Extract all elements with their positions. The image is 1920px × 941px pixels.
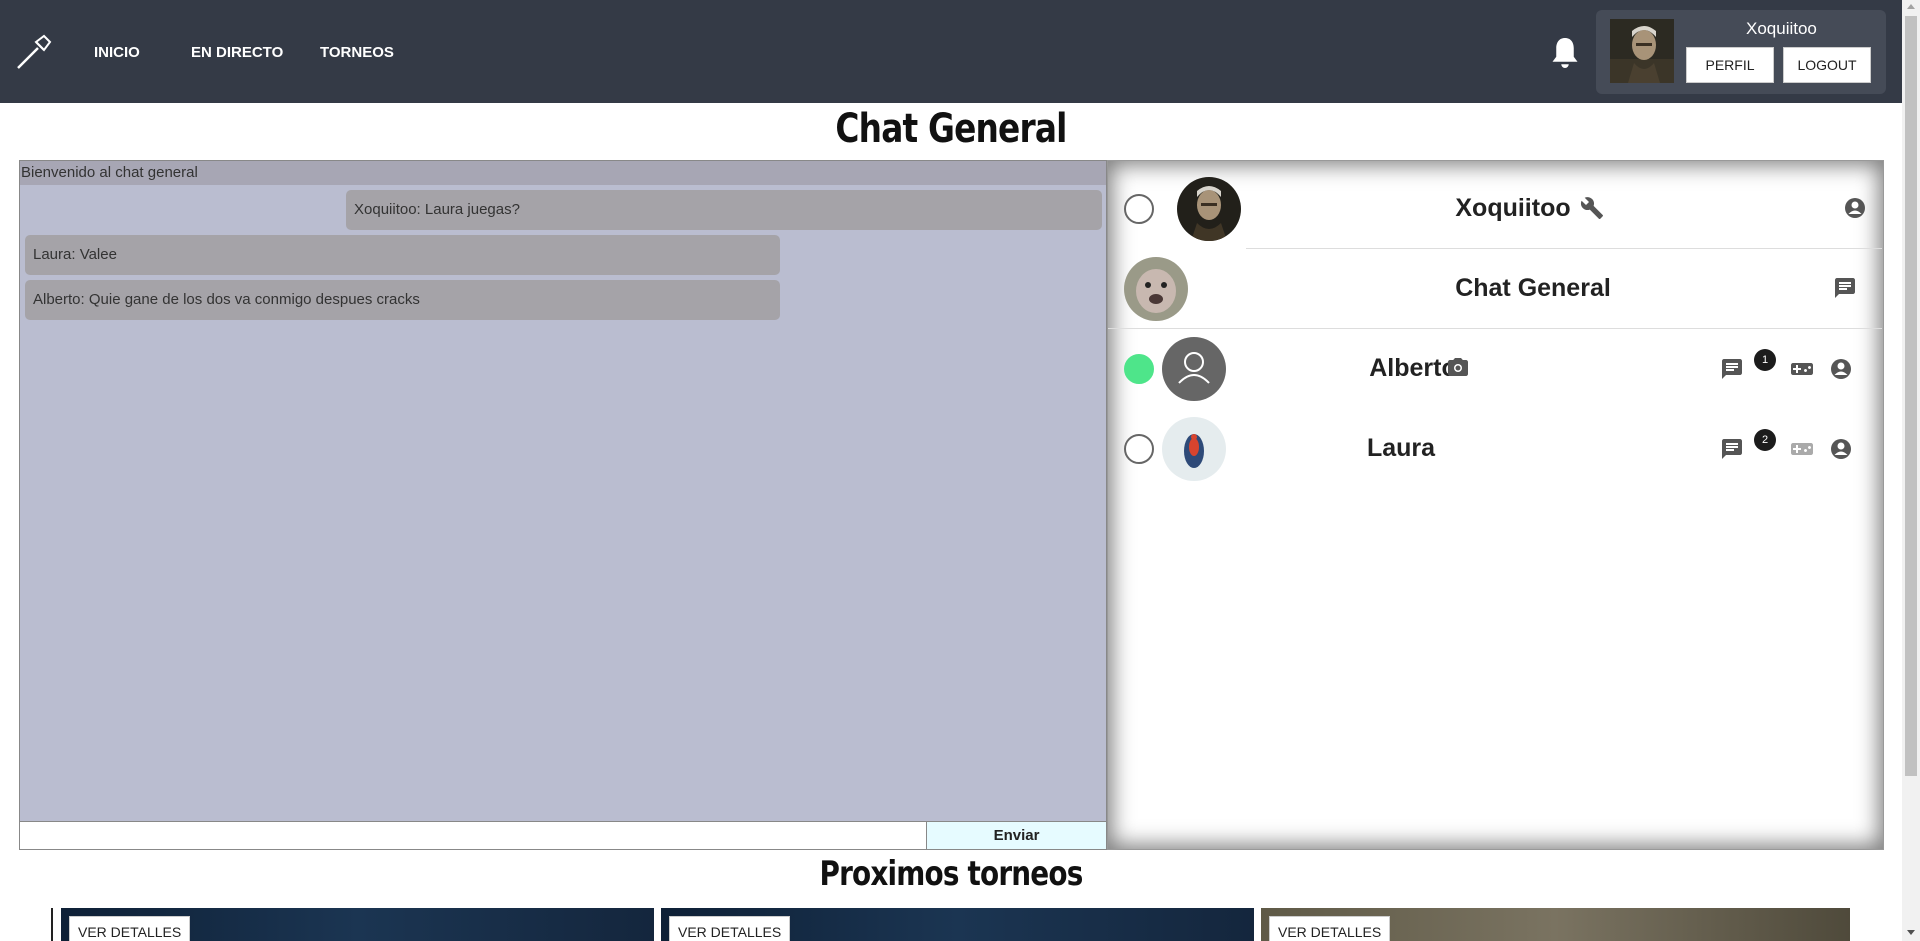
- logout-button[interactable]: LOGOUT: [1783, 47, 1871, 83]
- page-title: Chat General: [835, 106, 1067, 152]
- online-status-indicator: [1124, 354, 1154, 384]
- page-scrollbar[interactable]: [1902, 0, 1920, 941]
- wrench-icon: [1580, 197, 1603, 219]
- camera-icon: [1448, 358, 1468, 376]
- chat-icon[interactable]: [1720, 357, 1744, 381]
- user-box: Xoquiitoo PERFIL LOGOUT: [1596, 10, 1886, 94]
- chat-icon[interactable]: [1720, 437, 1744, 461]
- send-button[interactable]: Enviar: [926, 821, 1106, 849]
- avatar: [1124, 257, 1188, 321]
- unread-count-badge: 1: [1754, 349, 1776, 371]
- users-list-panel: Xoquiitoo Chat General Alberto 1 Laura 2: [1107, 160, 1884, 850]
- tournaments-title: Proximos torneos: [819, 854, 1083, 894]
- chat-panel: Bienvenido al chat general Xoquiitoo: La…: [19, 160, 1107, 850]
- nav-link-inicio[interactable]: INICIO: [94, 44, 140, 61]
- avatar: [1162, 337, 1226, 401]
- tournaments-divider: [51, 908, 53, 941]
- user-row-name: Laura: [1366, 434, 1436, 462]
- nav-link-en-directo[interactable]: EN DIRECTO: [191, 44, 283, 61]
- view-details-button[interactable]: VER DETALLES: [69, 916, 191, 941]
- nav-link-torneos[interactable]: TORNEOS: [320, 44, 394, 61]
- user-avatar[interactable]: [1610, 19, 1674, 83]
- account-icon[interactable]: [1843, 196, 1867, 220]
- chat-message: Laura: Valee: [25, 235, 780, 275]
- avatar: [1177, 177, 1241, 241]
- chat-message: Xoquiitoo: Laura juegas?: [346, 190, 1102, 230]
- row-divider: [1108, 328, 1882, 329]
- scroll-up-arrow-icon[interactable]: [1907, 4, 1915, 9]
- row-divider: [1246, 248, 1882, 249]
- chat-message: Alberto: Quie gane de los dos va conmigo…: [25, 280, 780, 320]
- account-icon[interactable]: [1829, 357, 1853, 381]
- offline-status-indicator: [1124, 434, 1154, 464]
- chat-icon[interactable]: [1833, 276, 1857, 300]
- tournament-card[interactable]: VER DETALLES: [661, 908, 1254, 941]
- top-navbar: INICIO EN DIRECTO TORNEOS Xoquiitoo PERF…: [0, 0, 1902, 103]
- avatar: [1162, 417, 1226, 481]
- dart-logo-icon[interactable]: [14, 34, 52, 72]
- scrollbar-thumb[interactable]: [1905, 16, 1917, 776]
- chat-welcome-text: Bienvenido al chat general: [20, 161, 1106, 185]
- view-details-button[interactable]: VER DETALLES: [1269, 916, 1391, 941]
- offline-status-indicator: [1124, 194, 1154, 224]
- username-label: Xoquiitoo: [1746, 19, 1817, 38]
- user-row-name: Xoquiitoo: [1455, 194, 1571, 222]
- chat-message-input[interactable]: [20, 821, 926, 849]
- gamepad-icon[interactable]: [1790, 357, 1814, 381]
- bell-icon[interactable]: [1550, 35, 1580, 71]
- gamepad-icon[interactable]: [1790, 437, 1814, 461]
- user-row-name: Chat General: [1455, 274, 1611, 302]
- profile-button[interactable]: PERFIL: [1686, 47, 1774, 83]
- scroll-down-arrow-icon[interactable]: [1907, 930, 1915, 935]
- tournament-card[interactable]: VER DETALLES: [61, 908, 654, 941]
- account-icon[interactable]: [1829, 437, 1853, 461]
- tournament-card[interactable]: VER DETALLES: [1261, 908, 1850, 941]
- view-details-button[interactable]: VER DETALLES: [669, 916, 791, 941]
- unread-count-badge: 2: [1754, 429, 1776, 451]
